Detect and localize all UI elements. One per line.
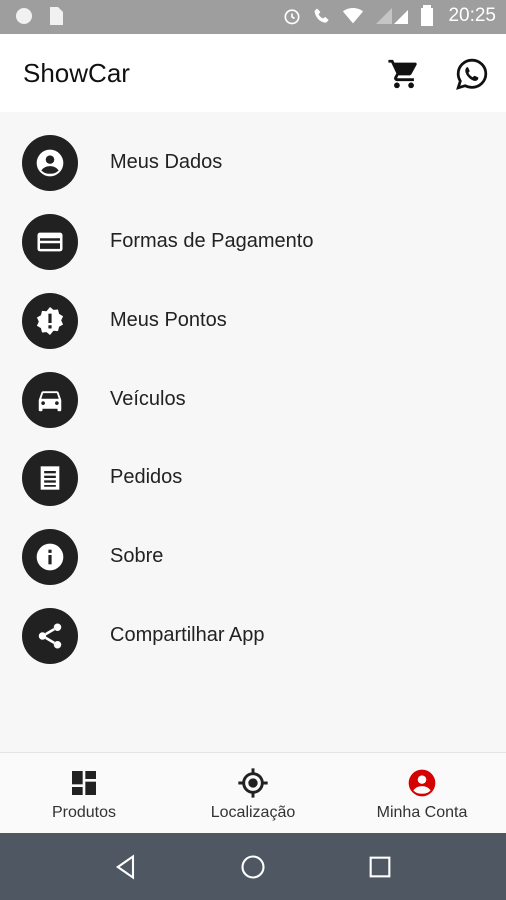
credit-card-icon (22, 214, 78, 270)
menu-item-sobre[interactable]: Sobre (0, 521, 506, 593)
account-circle-icon (408, 769, 436, 797)
menu-item-label: Pedidos (110, 466, 183, 488)
menu-item-label: Sobre (110, 545, 164, 567)
recent-apps-icon[interactable] (366, 853, 394, 881)
nav-item-label: Minha Conta (376, 804, 468, 821)
grid-icon (72, 771, 96, 795)
menu-item-formas-de-pagamento[interactable]: Formas de Pagamento (0, 206, 506, 278)
menu-item-pedidos[interactable]: Pedidos (0, 442, 506, 514)
wifi-icon (343, 7, 364, 24)
status-time: 20:25 (448, 5, 496, 26)
status-right-icons: 20:25 (282, 5, 496, 27)
menu-item-meus-pontos[interactable]: Meus Pontos (0, 285, 506, 357)
menu-item-compartilhar-app[interactable]: Compartilhar App (0, 600, 506, 672)
status-bar: 20:25 (0, 0, 506, 34)
app-bar: ShowCar (0, 34, 506, 112)
menu-item-label: Compartilhar App (110, 624, 265, 646)
nav-item-minha-conta[interactable]: Minha Conta (338, 753, 506, 834)
location-target-icon (238, 768, 268, 798)
receipt-icon (22, 450, 78, 506)
share-icon (22, 608, 78, 664)
badge-alert-icon (22, 293, 78, 349)
status-left-icons (14, 6, 64, 26)
menu-item-label: Meus Pontos (110, 309, 227, 331)
nav-item-label: Produtos (51, 804, 117, 821)
signal-icon (376, 8, 409, 24)
nav-item-produtos[interactable]: Produtos (0, 753, 168, 834)
wifi-call-icon (314, 8, 330, 23)
bottom-navigation: Produtos Localização Minha Conta (0, 752, 506, 834)
menu-item-label: Meus Dados (110, 151, 223, 173)
nav-item-label: Localização (210, 804, 296, 821)
battery-icon (421, 5, 434, 26)
menu-item-veiculos[interactable]: Veículos (0, 364, 506, 436)
cart-icon[interactable] (387, 57, 421, 91)
alarm-icon (284, 9, 300, 25)
whatsapp-icon[interactable] (455, 57, 489, 91)
account-circle-icon (22, 135, 78, 191)
sim-card-icon (50, 7, 63, 25)
car-icon (22, 372, 78, 428)
menu-item-label: Veículos (110, 388, 186, 410)
notification-dot-icon (16, 8, 32, 24)
menu-item-label: Formas de Pagamento (110, 230, 314, 252)
back-icon[interactable] (112, 853, 140, 881)
menu-item-meus-dados[interactable]: Meus Dados (0, 127, 506, 199)
home-icon[interactable] (239, 853, 267, 881)
system-navigation-bar (0, 833, 506, 900)
info-icon (22, 529, 78, 585)
nav-item-localizacao[interactable]: Localização (169, 753, 337, 834)
app-title: ShowCar (23, 58, 130, 88)
